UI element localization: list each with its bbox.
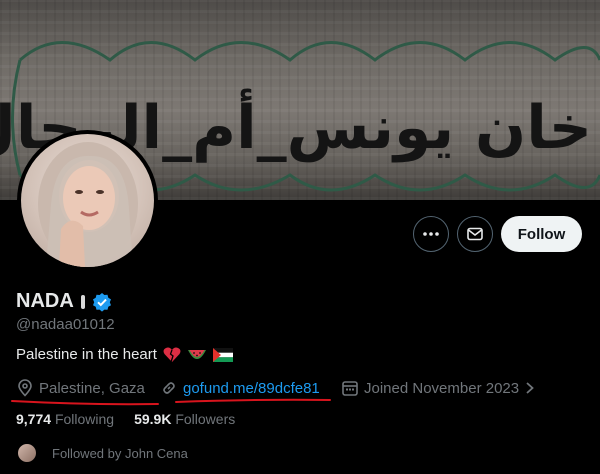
followed-by-row[interactable]: Followed by John Cena bbox=[16, 442, 188, 464]
location-pin-icon bbox=[18, 379, 32, 397]
more-dots-icon bbox=[423, 232, 439, 236]
user-handle: @nadaa01012 bbox=[16, 316, 115, 333]
followers-label: Followers bbox=[175, 411, 236, 427]
website-item[interactable]: gofund.me/89dcfe81 bbox=[160, 379, 320, 397]
follow-button[interactable]: Follow bbox=[501, 216, 582, 252]
more-options-button[interactable] bbox=[413, 216, 449, 252]
display-name: NADA bbox=[16, 290, 74, 312]
followers-count: 59.9K bbox=[134, 411, 172, 427]
followed-by-text: Followed by John Cena bbox=[52, 445, 188, 461]
verified-badge-icon[interactable] bbox=[92, 292, 112, 312]
following-label: Following bbox=[54, 411, 115, 427]
bio-text: Palestine in the heart bbox=[16, 346, 157, 363]
calendar-icon bbox=[342, 381, 358, 396]
palestine-flag-icon bbox=[212, 347, 233, 362]
location-item: Palestine, Gaza bbox=[16, 379, 145, 397]
bio-row: Palestine in the heart bbox=[16, 346, 233, 363]
website-link[interactable]: gofund.me/89dcfe81 bbox=[183, 380, 320, 397]
link-icon bbox=[163, 382, 175, 394]
location-text: Palestine, Gaza bbox=[39, 379, 145, 397]
following-count: 9,774 bbox=[16, 411, 52, 427]
joined-item: Joined November 2023 bbox=[341, 379, 536, 397]
follow-counts: 9,774 Following 59.9K Followers bbox=[16, 411, 235, 427]
avatar-portrait bbox=[38, 142, 138, 267]
message-button[interactable] bbox=[457, 216, 493, 252]
broken-heart-icon bbox=[163, 347, 181, 362]
key-emoji-icon bbox=[80, 294, 85, 309]
display-name-row: NADA bbox=[16, 290, 112, 313]
followers-link[interactable]: 59.9K Followers bbox=[134, 411, 235, 427]
following-link[interactable]: 9,774 Following bbox=[16, 411, 114, 427]
joined-text: Joined November 2023 bbox=[364, 379, 520, 397]
follower-avatar bbox=[16, 442, 38, 464]
chevron-right-icon[interactable] bbox=[524, 380, 536, 396]
envelope-icon bbox=[467, 227, 483, 241]
avatar-photo bbox=[21, 134, 154, 267]
avatar[interactable] bbox=[17, 130, 158, 271]
watermelon-icon bbox=[187, 349, 206, 359]
red-underline-annotation bbox=[11, 398, 331, 406]
